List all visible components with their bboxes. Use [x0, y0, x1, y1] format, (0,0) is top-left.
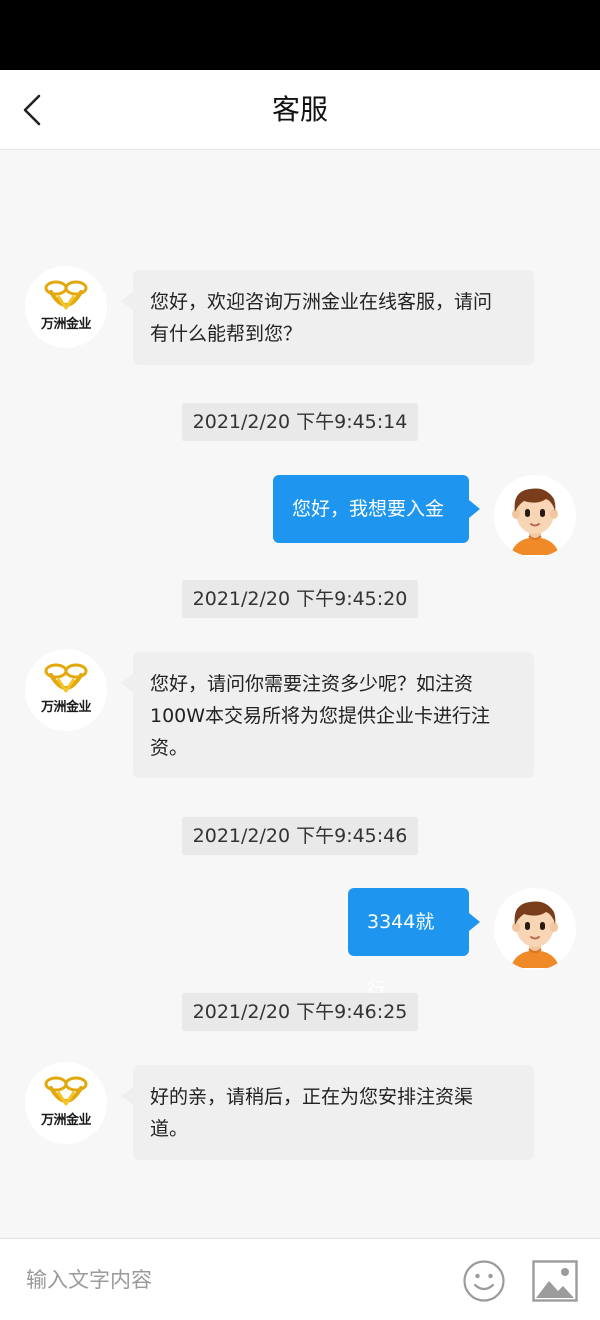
user-avatar: [494, 888, 576, 970]
input-bar: [0, 1238, 600, 1320]
back-button[interactable]: [10, 88, 54, 132]
status-bar: [0, 0, 600, 70]
chevron-left-icon: [23, 94, 41, 126]
timestamp: 2021/2/20 下午9:45:46: [182, 817, 418, 855]
user-avatar: [494, 475, 576, 557]
message-bubble-outgoing[interactable]: 您好，我想要入金: [273, 475, 480, 543]
agent-avatar: 万洲金业: [25, 649, 107, 731]
message-line: 道。: [150, 1118, 189, 1140]
image-button[interactable]: [532, 1260, 578, 1302]
message-line: 100W本交易所将为您提供企业卡进行注: [150, 705, 491, 727]
message-bubble-outgoing[interactable]: 3344就行: [348, 888, 480, 1001]
agent-avatar: 万洲金业: [25, 1062, 107, 1144]
brand-logo-text: 万洲金业: [40, 700, 92, 715]
smiley-icon: [463, 1260, 505, 1302]
message-line: 好的亲，请稍后，正在为您安排注资渠: [150, 1086, 474, 1108]
chat-area[interactable]: 万洲金业 您好，欢迎咨询万洲金业在线客服，请问 有什么能帮到您？ 2021/2/…: [0, 150, 600, 1238]
message-bubble-incoming[interactable]: 好的亲，请稍后，正在为您安排注资渠 道。: [121, 1065, 534, 1160]
brand-logo-icon: [44, 280, 88, 310]
message-input[interactable]: [26, 1257, 426, 1303]
brand-logo-icon: [44, 663, 88, 693]
brand-logo-text: 万洲金业: [40, 317, 92, 332]
message-bubble-incoming[interactable]: 您好，请问你需要注资多少呢？如注资 100W本交易所将为您提供企业卡进行注 资。: [121, 652, 534, 778]
timestamp: 2021/2/20 下午9:46:25: [182, 993, 418, 1031]
page-title: 客服: [271, 93, 328, 126]
timestamp: 2021/2/20 下午9:45:14: [182, 403, 418, 441]
message-line: 有什么能帮到您？: [150, 323, 303, 345]
message-line: 资。: [150, 737, 189, 759]
message-line: 您好，欢迎咨询万洲金业在线客服，请问: [150, 291, 493, 313]
emoji-button[interactable]: [462, 1259, 506, 1303]
boy-avatar-icon: [511, 488, 559, 555]
nav-bar: 客服: [0, 70, 600, 150]
brand-logo-text: 万洲金业: [40, 1113, 92, 1128]
boy-avatar-icon: [511, 901, 559, 968]
message-line: 您好，请问你需要注资多少呢？如注资: [150, 673, 474, 695]
message-bubble-incoming[interactable]: 您好，欢迎咨询万洲金业在线客服，请问 有什么能帮到您？: [121, 270, 534, 365]
image-icon: [532, 1260, 578, 1302]
agent-avatar: 万洲金业: [25, 266, 107, 348]
brand-logo-icon: [44, 1076, 88, 1106]
timestamp: 2021/2/20 下午9:45:20: [182, 580, 418, 618]
